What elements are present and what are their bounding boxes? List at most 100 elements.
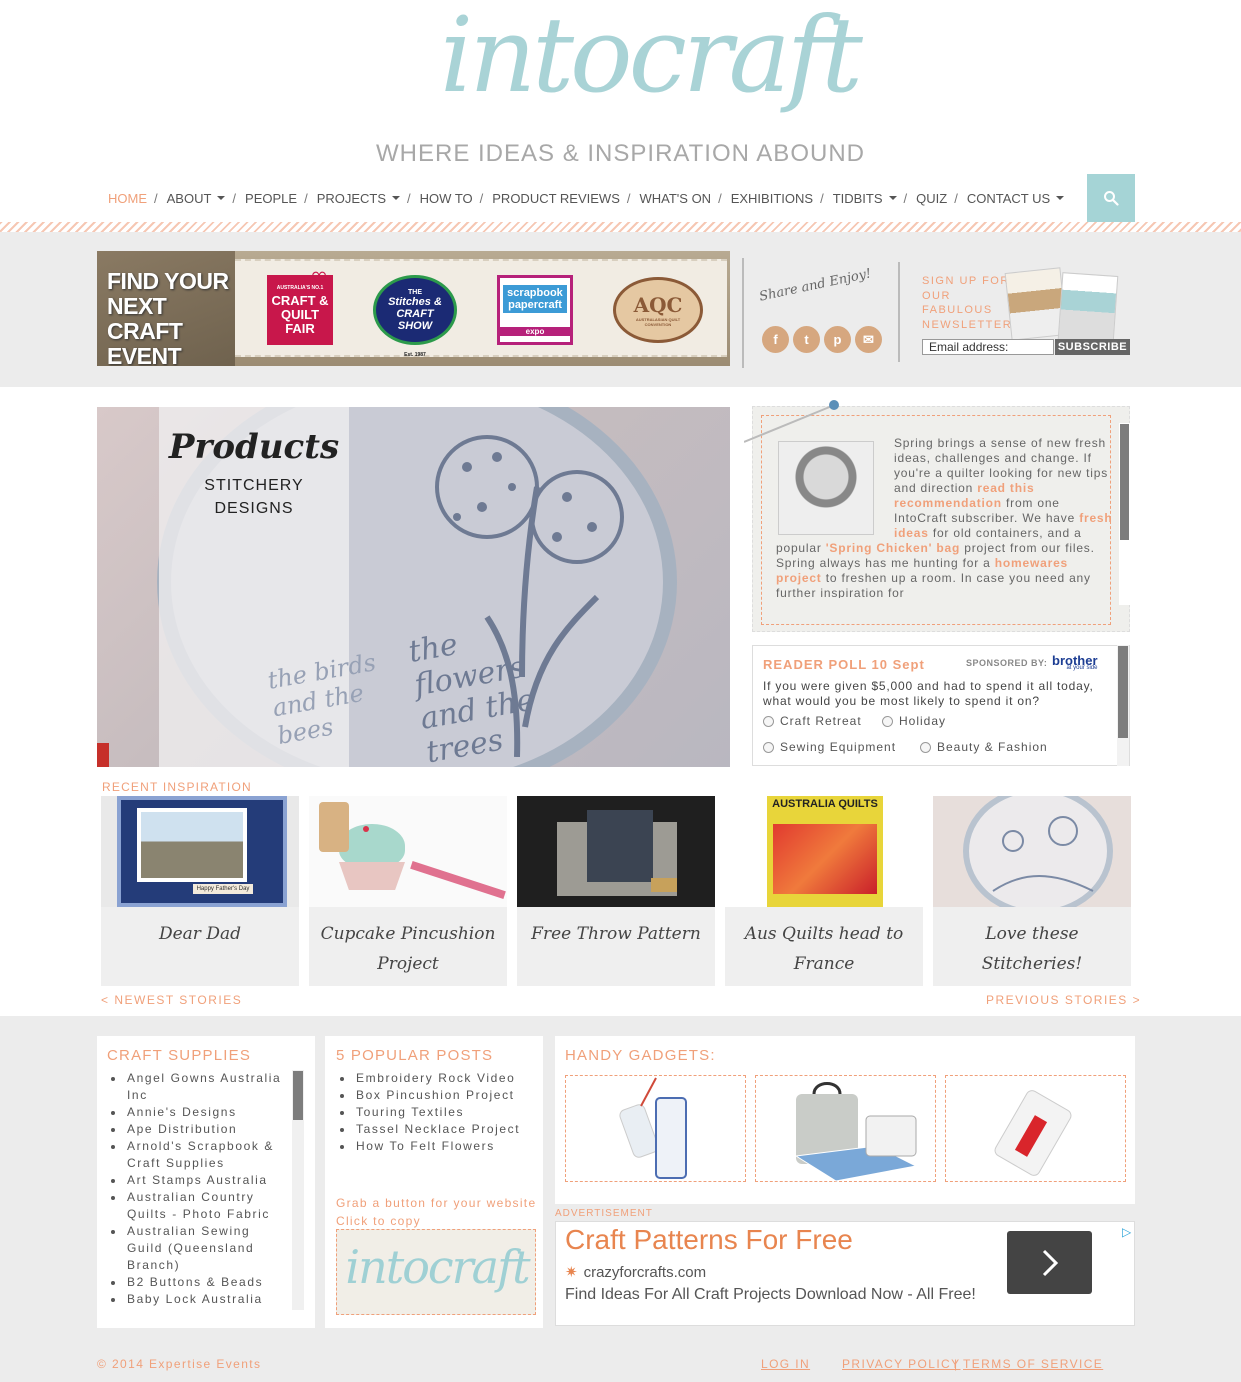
subscribe-button[interactable]: SUBSCRIBE (1055, 339, 1130, 355)
search-icon (1104, 191, 1119, 206)
gadget-item[interactable] (565, 1075, 746, 1182)
nav-item-label: HOW TO (419, 190, 473, 206)
story-card[interactable]: Free Throw Pattern (517, 796, 715, 986)
list-item[interactable]: Angel Gowns Australia Inc (107, 1070, 287, 1104)
caret-down-icon (888, 196, 897, 200)
list-item[interactable]: Barossa Quilt & Craft (107, 1308, 287, 1310)
hero-slide[interactable]: Products STITCHERY DESIGNS the birds and… (97, 407, 730, 767)
event-banner-title: FIND YOUR NEXT CRAFT EVENT (107, 268, 229, 367)
nav-item-what-s-on[interactable]: WHAT'S ON (640, 191, 712, 206)
advertisement[interactable]: Craft Patterns For Free ✷ crazyforcrafts.… (555, 1221, 1135, 1326)
story-card[interactable]: Love these Stitcheries! (933, 796, 1131, 986)
gadget-item[interactable] (945, 1075, 1126, 1182)
nav-item-people[interactable]: PEOPLE (245, 191, 297, 206)
supplies-scrollbar-thumb[interactable] (293, 1071, 303, 1120)
list-item[interactable]: Australian Country Quilts - Photo Fabric (107, 1189, 287, 1223)
nav-item-tidbits[interactable]: TIDBITS (833, 191, 897, 206)
list-item[interactable]: Embroidery Rock Video (336, 1070, 536, 1087)
list-item[interactable]: Box Pincushion Project (336, 1087, 536, 1104)
list-item[interactable]: Art Stamps Australia (107, 1172, 287, 1189)
handy-gadgets-title: HANDY GADGETS: (565, 1047, 716, 1064)
story-card[interactable]: AUSTRALIA QUILTS Aus Quilts head to Fran… (725, 796, 923, 986)
nav-item-how-to[interactable]: HOW TO (420, 191, 473, 206)
card-stitchery-graphic (992, 816, 1094, 892)
tagline: WHERE IDEAS & INSPIRATION ABOUND (376, 140, 865, 167)
email-field[interactable] (988, 340, 1052, 354)
event-banner[interactable]: FIND YOUR NEXT CRAFT EVENT ♡ AUSTRALIA'S… (97, 251, 730, 366)
hero-subtitle: STITCHERY DESIGNS (159, 474, 349, 520)
popular-posts-list: Embroidery Rock Video Box Pincushion Proj… (336, 1070, 536, 1155)
hero-edge (97, 743, 109, 767)
craft-quilt-fair-heart-icon: ♡ (311, 269, 328, 289)
stitches-craft-show-logo[interactable]: THE Stitches & CRAFT SHOW Est. 1987 (373, 275, 457, 358)
social-glyph: p (833, 332, 842, 347)
story-card[interactable]: Cupcake Pincushion Project (309, 796, 507, 986)
list-item[interactable]: Australian Sewing Guild (Queensland Bran… (107, 1223, 287, 1274)
list-item[interactable]: Annie's Designs (107, 1104, 287, 1121)
header-stripe-divider (0, 222, 1241, 232)
poll-option[interactable]: Beauty & Fashion (920, 740, 1048, 754)
logo-main-text: scrapbook papercraft (503, 284, 567, 313)
terms-link[interactable]: TERMS OF SERVICE (963, 1357, 1103, 1371)
brother-logo[interactable]: brother at your side (1052, 653, 1098, 671)
craft-quilt-fair-logo[interactable]: ♡ AUSTRALIA'S NO.1 CRAFT & QUILT FAIR (267, 269, 333, 345)
nav-item-label: PROJECTS (316, 190, 387, 206)
grab-button-text: Grab a button for your website Click to … (336, 1194, 536, 1230)
ad-title[interactable]: Craft Patterns For Free (565, 1224, 853, 1256)
twitter-icon[interactable]: t (793, 326, 820, 353)
radio-button[interactable] (920, 741, 931, 753)
nav-item-product-reviews[interactable]: PRODUCT REVIEWS (492, 191, 620, 206)
list-item[interactable]: Tassel Necklace Project (336, 1121, 536, 1138)
scrapbook-papercraft-logo[interactable]: scrapbook papercraft expo (497, 275, 573, 345)
list-item[interactable]: Ape Distribution (107, 1121, 287, 1138)
story-card[interactable]: Happy Father's Day Dear Dad (101, 796, 299, 986)
nav-item-contact-us[interactable]: CONTACT US (966, 190, 1065, 206)
list-item[interactable]: Arnold's Scrapbook & Craft Supplies (107, 1138, 287, 1172)
poll-option-label: Beauty & Fashion (937, 740, 1048, 754)
craft-supplies-title: CRAFT SUPPLIES (107, 1047, 252, 1064)
hero-subtitle-line: DESIGNS (214, 500, 294, 517)
radio-button[interactable] (763, 715, 774, 727)
gadget-item[interactable] (755, 1075, 936, 1182)
nav-item-about[interactable]: ABOUT (167, 191, 226, 206)
list-item[interactable]: B2 Buttons & Beads (107, 1274, 287, 1291)
email-icon[interactable]: ✉ (855, 326, 882, 353)
intro-text: to freshen up a room. In case you need a… (776, 571, 1091, 598)
footer-divider: | (954, 1357, 958, 1371)
facebook-icon[interactable]: f (762, 326, 789, 353)
poll-option[interactable]: Sewing Equipment (763, 740, 896, 754)
radio-button[interactable] (882, 715, 893, 727)
nav-separator: / (407, 190, 411, 206)
note-scrollbar-thumb[interactable] (1120, 424, 1129, 540)
poll-option[interactable]: Craft Retreat (763, 714, 862, 728)
nav-item-label: CONTACT US (966, 190, 1051, 206)
site-logo[interactable]: intocraft (440, 0, 863, 128)
poll-option[interactable]: Holiday (882, 714, 946, 728)
list-item[interactable]: How To Felt Flowers (336, 1138, 536, 1155)
poll-scrollbar-thumb[interactable] (1118, 646, 1128, 738)
newsletter-signup: SIGN UP FOR OUR FABULOUS NEWSLETTERS Ema… (898, 262, 1130, 362)
list-item[interactable]: Baby Lock Australia (107, 1291, 287, 1308)
newest-stories-link[interactable]: < NEWEST STORIES (101, 993, 242, 1007)
nav-item-projects[interactable]: PROJECTS (316, 190, 401, 206)
previous-stories-link[interactable]: PREVIOUS STORIES > (986, 993, 1141, 1007)
ad-url[interactable]: ✷ crazyforcrafts.com (565, 1263, 706, 1281)
ad-open-button[interactable] (1007, 1231, 1092, 1294)
nav-item-quiz[interactable]: QUIZ (916, 191, 947, 206)
craft-supplies-list-viewport: Angel Gowns Australia Inc Annie's Designs… (107, 1070, 292, 1310)
site-badge-button[interactable]: intocraft (336, 1229, 536, 1315)
list-item[interactable]: Touring Textiles (336, 1104, 536, 1121)
aqc-logo[interactable]: AQC AUSTRALASIAN QUILT CONVENTION (613, 277, 703, 343)
ad-choices-icon[interactable]: ▷ (1122, 1225, 1131, 1239)
intro-link[interactable]: 'Spring Chicken' bag (826, 541, 960, 555)
privacy-policy-link[interactable]: PRIVACY POLICY (842, 1357, 961, 1371)
radio-button[interactable] (763, 741, 774, 753)
pinterest-icon[interactable]: p (824, 326, 851, 353)
search-button[interactable] (1087, 174, 1135, 222)
card-cupcake-base (339, 862, 405, 890)
card-poster-art (773, 824, 877, 894)
social-glyph: ✉ (863, 331, 874, 347)
login-link[interactable]: LOG IN (761, 1357, 810, 1371)
nav-item-home[interactable]: HOME (108, 191, 147, 206)
nav-item-exhibitions[interactable]: EXHIBITIONS (731, 191, 813, 206)
